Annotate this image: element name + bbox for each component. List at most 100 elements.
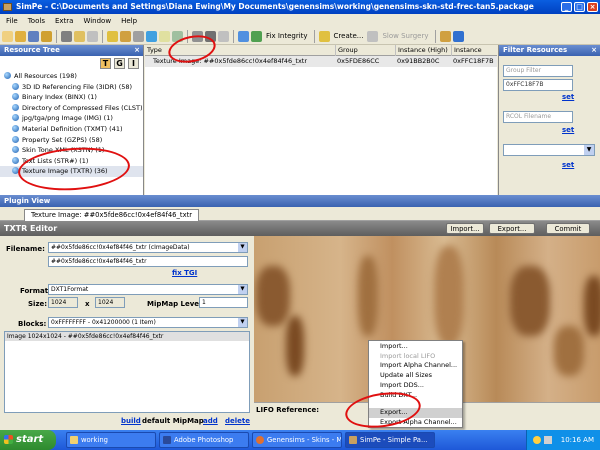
- resource-type-icon: [12, 103, 19, 111]
- toolbar-separator: [313, 29, 315, 43]
- help-icon[interactable]: [452, 30, 464, 42]
- menu-file[interactable]: File: [6, 14, 18, 28]
- delete-link[interactable]: delete: [225, 417, 250, 425]
- note-icon[interactable]: [159, 30, 170, 42]
- set-rcol-filter-link[interactable]: set: [562, 126, 574, 134]
- tree-item-img[interactable]: jpg/tga/png Image (IMG) (1): [0, 113, 143, 124]
- start-button[interactable]: start: [0, 430, 56, 450]
- texture-shade: [286, 316, 304, 376]
- resource-type-icon: [12, 82, 19, 90]
- mipmap-level-label: MipMap Level:: [147, 300, 205, 308]
- build-link[interactable]: build: [121, 417, 141, 425]
- volume-icon[interactable]: [544, 436, 552, 444]
- size-height-field: 1024: [95, 297, 125, 308]
- clock[interactable]: 10:16 AM: [561, 430, 594, 450]
- close-panel-icon[interactable]: ×: [134, 45, 140, 56]
- minimize-button[interactable]: _: [561, 2, 572, 12]
- fix-integrity-icon[interactable]: [251, 30, 262, 42]
- list-item[interactable]: Image 1024x1024 - ##0x5fde86cc!0x4ef84f4…: [5, 332, 249, 341]
- menu-help[interactable]: Help: [121, 14, 137, 28]
- filter-dropdown[interactable]: ▼: [503, 144, 595, 156]
- menu-item-update-sizes[interactable]: Update all Sizes: [369, 371, 462, 381]
- surgery-icon[interactable]: [367, 30, 379, 42]
- mipmap-level-input[interactable]: 1: [199, 297, 248, 308]
- chevron-down-icon: ▼: [238, 318, 247, 327]
- filename-input[interactable]: ##0x5fde86cc!0x4ef84f46_txtr: [48, 256, 248, 267]
- menu-item-import[interactable]: Import...: [369, 342, 462, 352]
- texture-shade: [256, 266, 290, 326]
- commit-button[interactable]: Commit: [546, 223, 590, 234]
- create-button[interactable]: Create...: [332, 32, 366, 40]
- group-filter-value[interactable]: 0xFFC18F7B: [503, 79, 573, 91]
- resource-tree-title: Resource Tree: [4, 46, 60, 54]
- resource-type-icon: [12, 124, 19, 132]
- tree-item-txmt[interactable]: Material Definition (TXMT) (41): [0, 124, 143, 135]
- plugin-icon[interactable]: [439, 30, 451, 42]
- column-instance-high[interactable]: Instance (High): [395, 45, 451, 56]
- menu-item-import-dds[interactable]: Import DDS...: [369, 381, 462, 391]
- tree-item-all-resources[interactable]: All Resources (198): [0, 71, 143, 82]
- settings-icon[interactable]: [61, 30, 72, 42]
- tree-item-gzps[interactable]: Property Set (GZPS) (58): [0, 135, 143, 146]
- blocks-select[interactable]: 0xFFFFFFFF - 0x41200000 (1 Item) ▼: [48, 317, 248, 328]
- close-panel-icon[interactable]: ×: [591, 45, 597, 56]
- fix-integrity-button[interactable]: Fix Integrity: [264, 32, 310, 40]
- taskbar-item-working[interactable]: working: [66, 432, 156, 448]
- globe-icon[interactable]: [146, 30, 157, 42]
- folder-icon[interactable]: [74, 30, 85, 42]
- texture-shade: [584, 276, 600, 336]
- import-button[interactable]: Import...: [446, 223, 484, 234]
- view-icon[interactable]: [133, 30, 144, 42]
- instance-view-button[interactable]: I: [128, 58, 139, 69]
- group-view-button[interactable]: G: [114, 58, 125, 69]
- create-icon[interactable]: [318, 30, 330, 42]
- tray-icon[interactable]: [533, 436, 541, 444]
- tree-item-binx[interactable]: Binary Index (BINX) (1): [0, 92, 143, 103]
- column-group[interactable]: Group: [335, 45, 395, 56]
- tab-texture-image[interactable]: Texture Image: ##0x5fde86cc!0x4ef84f46_t…: [24, 209, 200, 221]
- rcol-filename-input[interactable]: RCOL Filename: [503, 111, 573, 123]
- open-folder-icon[interactable]: [15, 30, 26, 42]
- menu-item-import-local-lifo[interactable]: Import local LIFO: [369, 352, 462, 362]
- taskbar-item-browser[interactable]: Genensims - Skins - M...: [252, 432, 342, 448]
- new-file-icon[interactable]: [2, 30, 13, 42]
- format-select[interactable]: DXT1Format ▼: [48, 284, 248, 295]
- txtr-editor-header: TXTR Editor Import... Export... Commit: [0, 221, 600, 236]
- group-filter-input[interactable]: Group Filter: [503, 65, 573, 77]
- menu-window[interactable]: Window: [83, 14, 111, 28]
- size-width-field: 1024: [48, 297, 78, 308]
- fix-tgi-link[interactable]: fix TGI: [172, 269, 197, 277]
- menu-extra[interactable]: Extra: [55, 14, 73, 28]
- type-view-button[interactable]: T: [100, 58, 111, 69]
- tree-item-clst[interactable]: Directory of Compressed Files (CLST): [0, 103, 143, 114]
- taskbar-item-simpe[interactable]: SimPe - Simple Pa...: [345, 432, 435, 448]
- windows-logo-icon: [4, 435, 13, 444]
- cell-instance-high: 0x91BB2B0C: [397, 57, 440, 65]
- column-instance[interactable]: Instance: [451, 45, 497, 56]
- reload-icon[interactable]: [87, 30, 98, 42]
- export-button[interactable]: Export...: [489, 223, 535, 234]
- menu-item-import-alpha[interactable]: Import Alpha Channel...: [369, 361, 462, 371]
- save-icon[interactable]: [28, 30, 39, 42]
- simpe-app-icon: [3, 3, 12, 11]
- add-link[interactable]: add: [203, 417, 218, 425]
- resource-type-icon: [12, 156, 19, 164]
- star-icon[interactable]: [107, 30, 118, 42]
- toolbar-separator: [56, 29, 57, 43]
- maximize-button[interactable]: □: [574, 2, 585, 12]
- set-dropdown-filter-link[interactable]: set: [562, 161, 574, 169]
- close-button[interactable]: ×: [587, 2, 598, 12]
- plugin-tab-strip: Texture Image: ##0x5fde86cc!0x4ef84f46_t…: [0, 207, 600, 221]
- folder-icon: [70, 436, 78, 444]
- set-group-filter-link[interactable]: set: [562, 93, 574, 101]
- window-title-bar: SimPe - C:\Documents and Settings\Diana …: [0, 0, 600, 14]
- menu-tools[interactable]: Tools: [28, 14, 45, 28]
- tree-item-3idr[interactable]: 3D ID Referencing File (3IDR) (58): [0, 82, 143, 93]
- recent-icon[interactable]: [41, 30, 52, 42]
- package-icon[interactable]: [120, 30, 131, 42]
- slow-surgery-button[interactable]: Slow Surgery: [380, 32, 430, 40]
- info-icon[interactable]: [238, 30, 249, 42]
- filename-select[interactable]: ##0x5fde86cc!0x4ef84f46_txtr (cImageData…: [48, 242, 248, 253]
- scan-icon[interactable]: [218, 30, 229, 42]
- taskbar-item-photoshop[interactable]: Adobe Photoshop: [159, 432, 249, 448]
